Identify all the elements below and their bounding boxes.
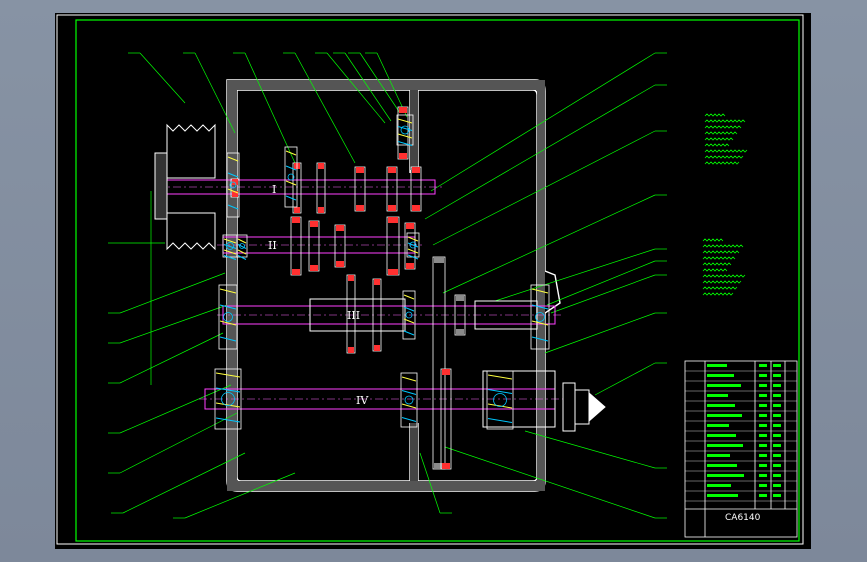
gear-15 [440, 368, 452, 470]
bearing-10 [486, 370, 514, 430]
gear-7 [290, 216, 302, 276]
parts-table-rows [685, 364, 797, 502]
leader-21 [494, 248, 656, 302]
leader-23 [550, 274, 656, 314]
shaft-label-1: I [272, 183, 276, 196]
bearings [214, 114, 550, 430]
shafts [157, 179, 563, 428]
bearing-3 [236, 234, 248, 260]
gear-6 [410, 166, 422, 212]
bearing-9 [400, 372, 418, 428]
shaft-label-4: IV [356, 394, 369, 407]
leader-1 [139, 52, 186, 104]
leader-12 [119, 332, 224, 384]
outer-frame [56, 14, 804, 545]
shaft-1 [162, 179, 436, 195]
bearing-12 [284, 146, 298, 208]
leader-20 [442, 194, 656, 294]
leader-10 [119, 272, 226, 314]
parts-table [684, 360, 798, 538]
leader-lines [108, 52, 667, 519]
leader-14 [119, 412, 238, 474]
gear-9 [334, 224, 346, 268]
leader-3 [244, 52, 296, 164]
gear-4 [386, 166, 398, 212]
shaft-label-2: II [268, 239, 277, 252]
leader-4 [294, 52, 356, 164]
gear-10 [386, 216, 400, 276]
gear-3 [354, 166, 366, 212]
leader-25 [594, 362, 656, 396]
notes-block-1 [704, 113, 748, 165]
cad-viewport[interactable]: I II III IV CA6140 [55, 13, 811, 549]
gear-14 [432, 256, 446, 470]
shaft-label-3: III [347, 309, 360, 322]
title-block-text: CA6140 [725, 513, 761, 523]
drawing-border [75, 19, 800, 542]
leader-16 [184, 472, 296, 519]
leader-24 [544, 312, 656, 354]
gearbox-drawing: I II III IV CA6140 [56, 14, 804, 545]
notes-block-2 [702, 238, 746, 296]
spindle-nose [562, 382, 606, 432]
leader-22 [546, 260, 656, 306]
gears [230, 106, 466, 470]
gear-8 [308, 220, 320, 272]
gear-2 [316, 162, 326, 214]
technical-notes [702, 113, 748, 296]
leader-11 [119, 304, 228, 344]
